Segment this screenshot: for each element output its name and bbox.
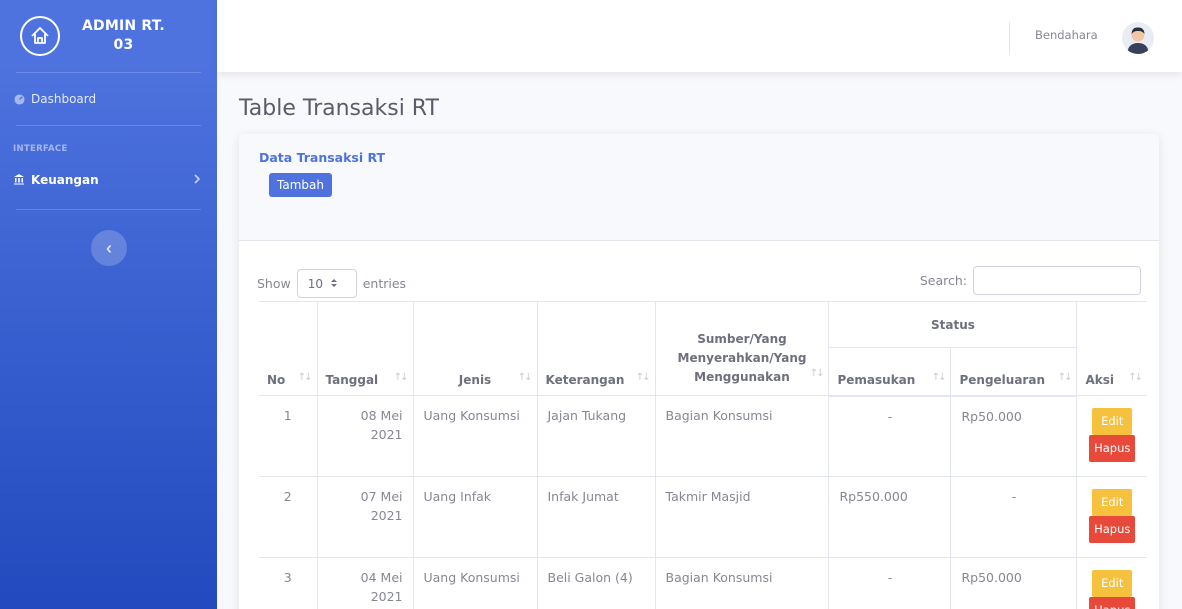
- brand-line2: 03: [113, 37, 134, 53]
- chevron-right-icon: [193, 173, 201, 187]
- entries-length: Show 10 entries: [257, 269, 406, 298]
- sort-icon: ↑↓: [1057, 371, 1073, 383]
- sidebar-item-dashboard[interactable]: Dashboard: [0, 73, 217, 125]
- col-header-sumber[interactable]: Sumber/Yang Menyerahkan/Yang Menggunakan…: [654, 301, 830, 396]
- search-input[interactable]: [973, 266, 1141, 295]
- cell-pemasukan: -: [828, 395, 952, 477]
- edit-button[interactable]: Edit: [1092, 489, 1133, 516]
- sidebar: ADMIN RT. 03 Dashboard INTERFACE Keuanga…: [0, 0, 217, 609]
- transactions-card: Data Transaksi RT Tambah Show 10 entries…: [239, 134, 1159, 609]
- cell-sumber: Takmir Masjid: [654, 476, 830, 558]
- header-label: Keterangan: [545, 373, 625, 387]
- table-row: 1 08 Mei 2021 Uang Konsumsi Jajan Tukang…: [259, 395, 1147, 477]
- chevron-left-icon: [105, 239, 113, 258]
- card-title: Data Transaksi RT: [259, 150, 386, 165]
- cell-pengeluaran: Rp50.000: [950, 557, 1078, 609]
- user-name[interactable]: Bendahara: [1035, 28, 1098, 42]
- transactions-table: No ↑↓ Tanggal ↑↓ Jenis ↑↓ Keterangan ↑↓ Sumb…: [259, 301, 1147, 609]
- cell-pemasukan: Rp550.000: [828, 476, 952, 558]
- col-header-status: Status: [828, 301, 1078, 348]
- cell-aksi: Edit Hapus: [1076, 557, 1147, 609]
- header-label: Jenis: [458, 373, 492, 387]
- cell-keterangan: Jajan Tukang: [536, 395, 656, 477]
- sort-icon: ↑↓: [809, 368, 825, 379]
- sidebar-item-keuangan[interactable]: Keuangan: [0, 162, 217, 198]
- cell-sumber: Bagian Konsumsi: [654, 557, 830, 609]
- header-label: Pemasukan: [837, 372, 916, 387]
- cell-no: 3: [259, 557, 318, 609]
- sidebar-brand[interactable]: ADMIN RT. 03: [0, 0, 217, 72]
- col-header-pengeluaran[interactable]: Pengeluaran ↑↓: [950, 347, 1078, 397]
- entries-select-value: 10: [307, 276, 324, 291]
- sort-icon: ↑↓: [297, 372, 313, 383]
- cell-tanggal: 04 Mei 2021: [316, 557, 414, 609]
- delete-button[interactable]: Hapus: [1089, 435, 1136, 462]
- sidebar-divider: [16, 209, 201, 210]
- cell-tanggal: 08 Mei 2021: [316, 395, 414, 477]
- cell-jenis: Uang Konsumsi: [412, 557, 538, 609]
- col-header-keterangan[interactable]: Keterangan ↑↓: [536, 301, 656, 396]
- delete-button[interactable]: Hapus: [1089, 516, 1136, 543]
- header-label: Pengeluaran: [959, 372, 1045, 387]
- table-row: 2 07 Mei 2021 Uang Infak Infak Jumat Tak…: [259, 476, 1147, 558]
- header-label: Status: [931, 317, 975, 332]
- sidebar-item-label: Keuangan: [31, 173, 99, 187]
- cell-sumber: Bagian Konsumsi: [654, 395, 830, 477]
- avatar[interactable]: [1122, 22, 1154, 54]
- cell-pengeluaran: Rp50.000: [950, 395, 1078, 477]
- add-button[interactable]: Tambah: [269, 173, 332, 197]
- dashboard-icon: [13, 93, 25, 105]
- table-row: 3 04 Mei 2021 Uang Konsumsi Beli Galon (…: [259, 557, 1147, 609]
- sidebar-item-label: Dashboard: [31, 92, 97, 106]
- sort-icon: ↑↓: [931, 371, 947, 383]
- edit-button[interactable]: Edit: [1092, 570, 1133, 597]
- col-header-aksi[interactable]: Aksi ↑↓: [1076, 301, 1147, 396]
- show-label: Show: [257, 276, 291, 291]
- cell-no: 1: [259, 395, 318, 477]
- brand-line1: ADMIN RT.: [82, 18, 165, 34]
- entries-label: entries: [362, 276, 407, 291]
- sort-icon: ↑↓: [517, 372, 533, 383]
- search-filter: Search:: [920, 266, 1141, 295]
- cell-jenis: Uang Konsumsi: [412, 395, 538, 477]
- header-label: Sumber/Yang Menyerahkan/Yang Menggunakan: [677, 332, 807, 384]
- datatable-controls: Show 10 entries Search:: [239, 241, 1159, 301]
- cell-pemasukan: -: [828, 557, 952, 609]
- cell-no: 2: [259, 476, 318, 558]
- cell-aksi: Edit Hapus: [1076, 476, 1147, 558]
- updown-caret-icon: [331, 277, 338, 291]
- col-header-tanggal[interactable]: Tanggal ↑↓: [316, 301, 414, 396]
- col-header-pemasukan[interactable]: Pemasukan ↑↓: [828, 347, 952, 397]
- col-header-no[interactable]: No ↑↓: [259, 301, 318, 396]
- cell-tanggal: 07 Mei 2021: [316, 476, 414, 558]
- cell-jenis: Uang Infak: [412, 476, 538, 558]
- header-label: No: [267, 373, 286, 387]
- sidebar-toggle-button[interactable]: [90, 230, 127, 266]
- sidebar-heading: INTERFACE: [13, 144, 68, 154]
- cell-keterangan: Beli Galon (4): [536, 557, 656, 609]
- bank-icon: [13, 173, 25, 188]
- brand-title: ADMIN RT. 03: [82, 17, 165, 55]
- house-logo-icon: [20, 16, 60, 56]
- cell-keterangan: Infak Jumat: [536, 476, 656, 558]
- delete-button[interactable]: Hapus: [1089, 597, 1136, 609]
- topbar-divider: [1009, 22, 1010, 54]
- col-header-jenis[interactable]: Jenis ↑↓: [412, 301, 538, 396]
- sort-icon: ↑↓: [1128, 372, 1143, 383]
- edit-button[interactable]: Edit: [1092, 408, 1133, 435]
- entries-select[interactable]: 10: [296, 269, 357, 298]
- header-label: Tanggal: [325, 373, 379, 387]
- cell-aksi: Edit Hapus: [1076, 395, 1147, 477]
- sort-icon: ↑↓: [393, 372, 409, 383]
- topbar: Bendahara: [217, 0, 1182, 72]
- card-header: Data Transaksi RT Tambah: [239, 134, 1159, 241]
- page-title: Table Transaksi RT: [239, 96, 439, 121]
- header-label: Aksi: [1085, 373, 1114, 387]
- sort-icon: ↑↓: [635, 372, 651, 383]
- cell-pengeluaran: -: [950, 476, 1078, 558]
- search-label: Search:: [919, 273, 967, 288]
